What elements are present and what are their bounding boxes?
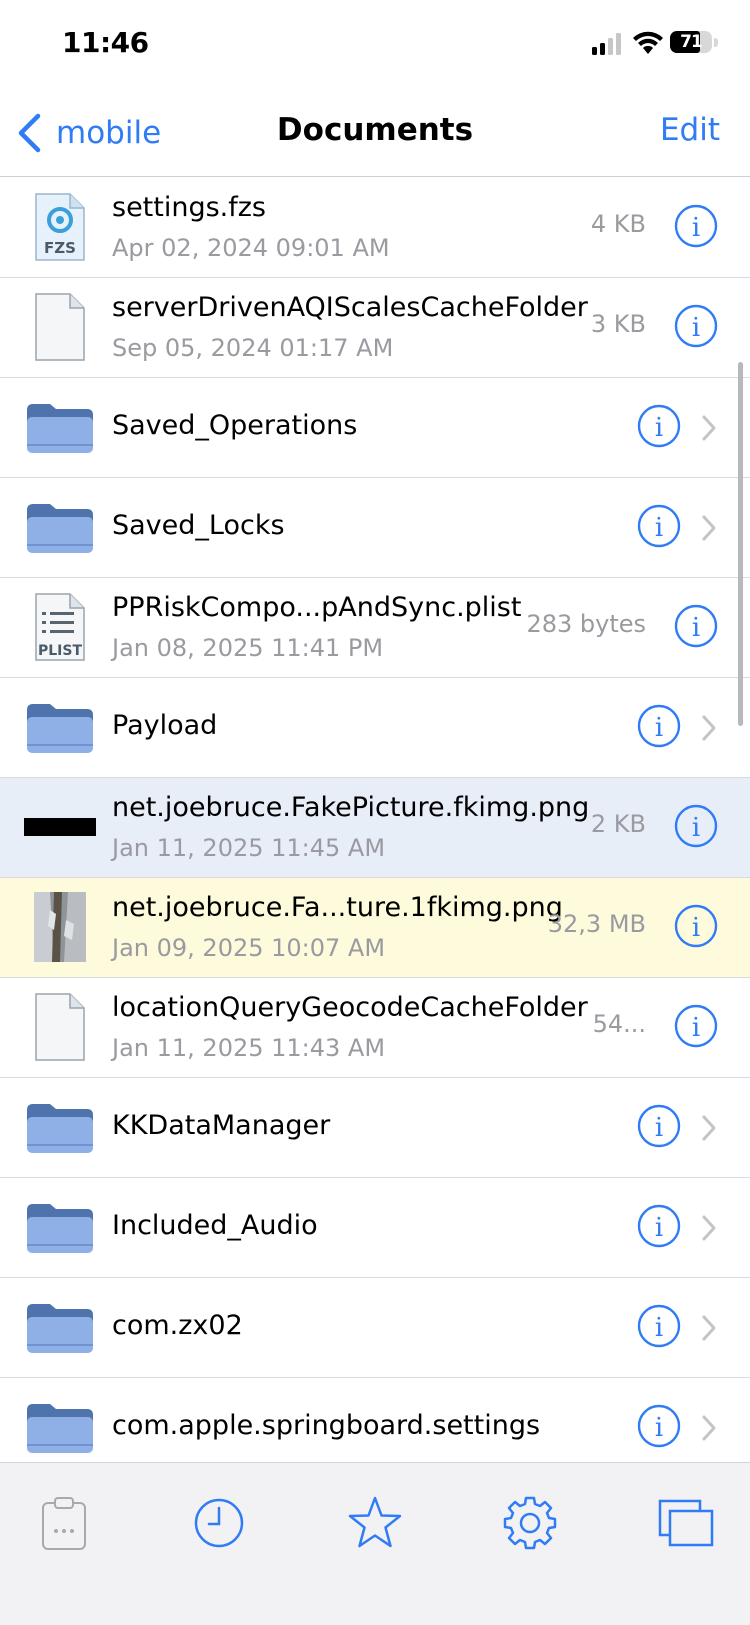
- file-size: 32,3 MB: [547, 910, 646, 938]
- info-icon[interactable]: [637, 1304, 681, 1348]
- page-title: Documents: [276, 112, 474, 148]
- navigation-bar: mobile Documents Edit: [0, 90, 750, 177]
- folder-icon: [24, 1290, 96, 1364]
- folder-icon: [24, 1390, 96, 1462]
- fzs-file-icon: FZS: [35, 193, 85, 261]
- scroll-indicator[interactable]: [738, 362, 743, 726]
- file-date: Jan 11, 2025 11:45 AM: [112, 834, 386, 862]
- file-name: net.joebruce.FakePicture.fkimg.png: [112, 792, 590, 823]
- list-item[interactable]: Payload: [0, 678, 750, 778]
- chevron-right-icon: [700, 414, 718, 442]
- list-item-selected[interactable]: net.joebruce.FakePicture.fkimg.png Jan 1…: [0, 778, 750, 878]
- battery-level: 71: [680, 32, 703, 52]
- folder-icon: [24, 490, 96, 564]
- gear-icon[interactable]: [500, 1493, 560, 1553]
- cellular-signal-icon: [592, 33, 621, 55]
- file-date: Apr 02, 2024 09:01 AM: [112, 234, 390, 262]
- status-time: 11:46: [62, 26, 149, 59]
- file-list[interactable]: FZS settings.fzs Apr 02, 2024 09:01 AM 4…: [0, 184, 750, 1462]
- folder-icon: [24, 690, 96, 764]
- file-date: Jan 09, 2025 10:07 AM: [112, 934, 386, 962]
- chevron-right-icon: [700, 714, 718, 742]
- file-date: Jan 08, 2025 11:41 PM: [112, 634, 384, 662]
- file-date: Sep 05, 2024 01:17 AM: [112, 334, 394, 362]
- clipboard-icon[interactable]: [34, 1493, 94, 1553]
- list-item[interactable]: com.zx02: [0, 1278, 750, 1378]
- image-thumbnail: [34, 892, 86, 962]
- back-label: mobile: [56, 115, 162, 151]
- chevron-right-icon: [700, 1314, 718, 1342]
- folder-icon: [24, 1190, 96, 1264]
- info-icon[interactable]: [674, 804, 718, 848]
- image-thumbnail: [24, 818, 96, 836]
- info-icon[interactable]: [637, 404, 681, 448]
- info-icon[interactable]: [674, 604, 718, 648]
- wifi-icon: [633, 31, 663, 54]
- list-item[interactable]: Included_Audio: [0, 1178, 750, 1278]
- info-icon[interactable]: [674, 1004, 718, 1048]
- list-item[interactable]: serverDrivenAQIScalesCacheFolder Sep 05,…: [0, 278, 750, 378]
- blank-file-icon: [24, 290, 96, 364]
- info-icon[interactable]: [637, 704, 681, 748]
- battery-icon: 71: [670, 31, 720, 55]
- folder-icon: [24, 1090, 96, 1164]
- list-item-highlighted[interactable]: net.joebruce.Fa...ture.1fkimg.png Jan 09…: [0, 878, 750, 978]
- folder-name: Saved_Operations: [112, 410, 358, 441]
- plist-badge: PLIST: [38, 643, 82, 659]
- list-item[interactable]: FZS settings.fzs Apr 02, 2024 09:01 AM 4…: [0, 184, 750, 278]
- file-name: locationQueryGeocodeCacheFolder: [112, 992, 588, 1023]
- folder-icon: [24, 390, 96, 464]
- folder-name: Saved_Locks: [112, 510, 285, 541]
- folder-name: Payload: [112, 710, 218, 741]
- star-icon[interactable]: [345, 1493, 405, 1553]
- file-size: 4 KB: [590, 210, 646, 238]
- folder-name: com.zx02: [112, 1310, 243, 1341]
- chevron-right-icon: [700, 1414, 718, 1442]
- status-bar: 11:46 71: [0, 0, 750, 90]
- list-item[interactable]: locationQueryGeocodeCacheFolder Jan 11, …: [0, 978, 750, 1078]
- file-size: 2 KB: [590, 810, 646, 838]
- folder-name: com.apple.springboard.settings: [112, 1410, 541, 1441]
- chevron-right-icon: [700, 514, 718, 542]
- folder-name: KKDataManager: [112, 1110, 331, 1141]
- chevron-right-icon: [700, 1114, 718, 1142]
- info-icon[interactable]: [637, 1204, 681, 1248]
- file-name: serverDrivenAQIScalesCacheFolder: [112, 292, 588, 323]
- list-item[interactable]: Saved_Locks: [0, 478, 750, 578]
- clock-icon[interactable]: [189, 1493, 249, 1553]
- file-name: settings.fzs: [112, 192, 266, 223]
- info-icon[interactable]: [637, 504, 681, 548]
- back-button[interactable]: mobile: [16, 108, 161, 158]
- info-icon[interactable]: [674, 904, 718, 948]
- plist-file-icon: PLIST: [35, 593, 85, 661]
- file-size: 3 KB: [590, 310, 646, 338]
- list-item[interactable]: com.apple.springboard.settings: [0, 1378, 750, 1462]
- folder-name: Included_Audio: [112, 1210, 318, 1241]
- blank-file-icon: [24, 990, 96, 1064]
- info-icon[interactable]: [674, 204, 718, 248]
- file-name: PPRiskCompo...pAndSync.plist: [112, 592, 522, 623]
- tab-bar: [0, 1462, 750, 1625]
- list-item[interactable]: PLIST PPRiskCompo...pAndSync.plist Jan 0…: [0, 578, 750, 678]
- info-icon[interactable]: [674, 304, 718, 348]
- list-item[interactable]: Saved_Operations: [0, 378, 750, 478]
- chevron-left-icon: [18, 113, 41, 153]
- file-size: 54...: [592, 1010, 646, 1038]
- file-name: net.joebruce.Fa...ture.1fkimg.png: [112, 892, 563, 923]
- chevron-right-icon: [700, 1214, 718, 1242]
- info-icon[interactable]: [637, 1404, 681, 1448]
- windows-icon[interactable]: [656, 1493, 716, 1553]
- edit-button[interactable]: Edit: [660, 112, 720, 148]
- file-date: Jan 11, 2025 11:43 AM: [112, 1034, 386, 1062]
- info-icon[interactable]: [637, 1104, 681, 1148]
- list-item[interactable]: KKDataManager: [0, 1078, 750, 1178]
- file-size: 283 bytes: [526, 610, 646, 638]
- fzs-badge: FZS: [44, 239, 76, 257]
